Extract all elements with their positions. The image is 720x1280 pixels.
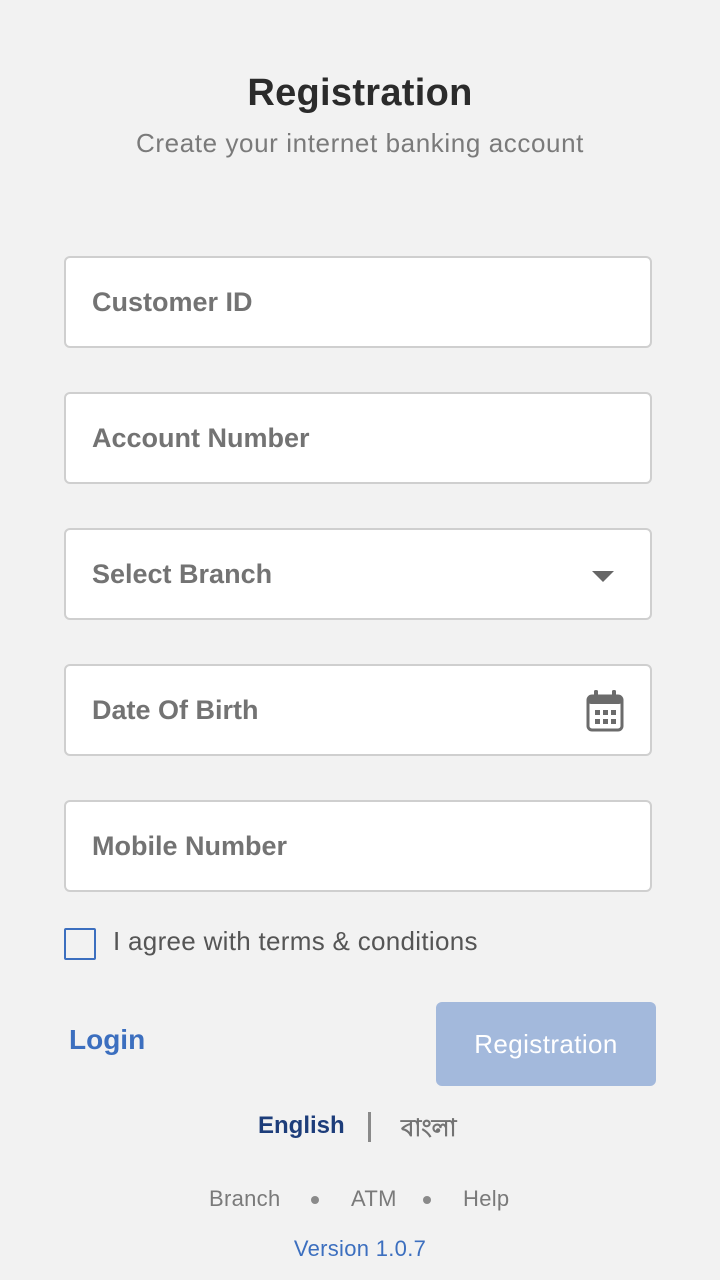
login-link[interactable]: Login — [69, 1024, 145, 1056]
footer-separator-dot — [311, 1196, 319, 1204]
language-bangla[interactable]: বাংলা — [401, 1110, 457, 1150]
version-label: Version 1.0.7 — [293, 1236, 427, 1261]
language-switcher: English বাংলা — [0, 1108, 720, 1148]
terms-label: I agree with terms & conditions — [113, 926, 478, 956]
branch-select-value: Select Branch — [92, 559, 273, 589]
customer-id-field[interactable] — [64, 256, 652, 348]
calendar-icon[interactable] — [586, 690, 624, 732]
footer-link-branch[interactable]: Branch — [209, 1186, 281, 1212]
mobile-number-input[interactable] — [66, 802, 650, 890]
footer-links: Branch ATM Help — [0, 1186, 720, 1216]
page-title: Registration — [247, 72, 473, 114]
mobile-number-field[interactable] — [64, 800, 652, 892]
registration-button[interactable]: Registration — [436, 1002, 656, 1086]
language-english[interactable]: English — [258, 1112, 345, 1140]
caret-down-icon — [592, 571, 614, 582]
branch-select[interactable]: Select Branch — [64, 528, 652, 620]
account-number-field[interactable] — [64, 392, 652, 484]
customer-id-input[interactable] — [66, 258, 650, 346]
terms-checkbox[interactable] — [64, 928, 96, 960]
dob-field[interactable] — [64, 664, 652, 756]
footer-separator-dot — [423, 1196, 431, 1204]
dob-input[interactable] — [66, 666, 650, 754]
language-divider — [368, 1112, 371, 1142]
page-subtitle: Create your internet banking account — [136, 128, 584, 158]
footer-link-atm[interactable]: ATM — [351, 1186, 397, 1212]
account-number-input[interactable] — [66, 394, 650, 482]
footer-link-help[interactable]: Help — [463, 1186, 509, 1212]
